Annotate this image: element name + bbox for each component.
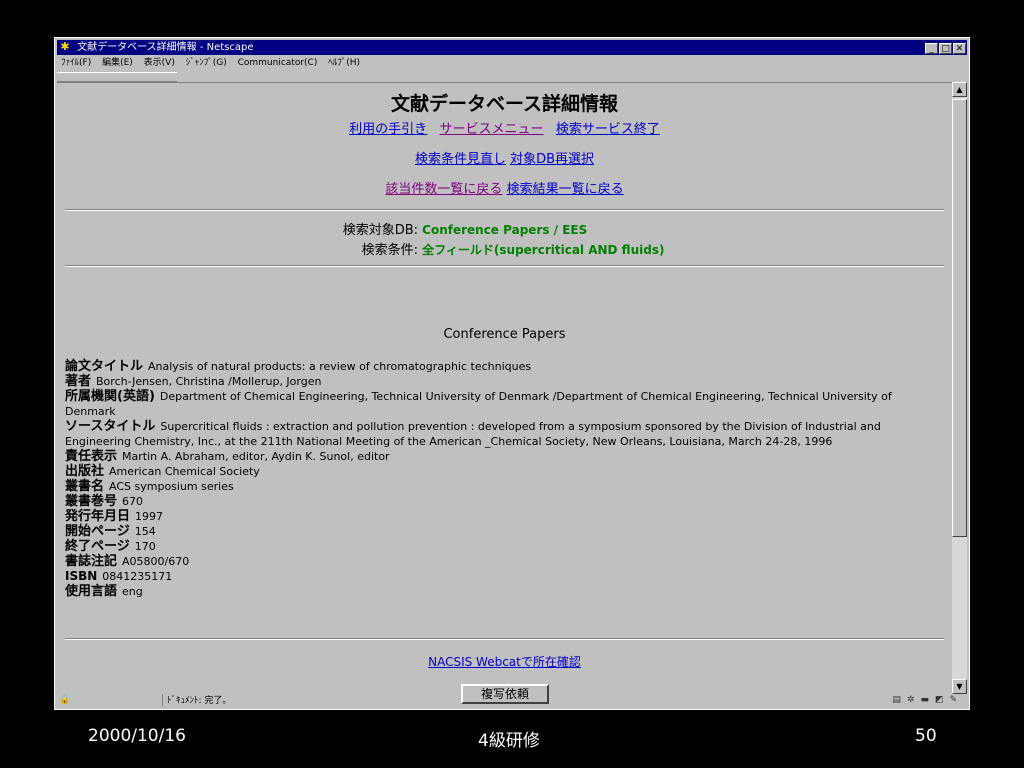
divider bbox=[65, 209, 944, 211]
field-responsibility: 責任表示 Martin A. Abraham, editor, Aydin K. … bbox=[65, 449, 390, 464]
menu-file[interactable]: ﾌｧｲﾙ(F) bbox=[61, 58, 91, 68]
security-lock-icon[interactable]: 🔓 bbox=[59, 694, 75, 706]
link-user-guide[interactable]: 利用の手引き bbox=[349, 122, 427, 137]
menu-go[interactable]: ｼﾞｬﾝﾌﾟ(G) bbox=[186, 58, 227, 68]
field-isbn: ISBN 0841235171 bbox=[65, 569, 173, 583]
link-revise-conditions[interactable]: 検索条件見直し bbox=[415, 152, 506, 167]
nav-row-2: 検索条件見直し 対象DB再選択 bbox=[57, 152, 952, 168]
search-condition-line: 検索条件: 全フィールド(supercritical AND fluids) bbox=[57, 240, 952, 261]
page-title: 文献データベース詳細情報 bbox=[390, 93, 619, 115]
slide-date: 2000/10/16 bbox=[88, 726, 186, 746]
field-language: 使用言語 eng bbox=[65, 584, 143, 599]
search-db-line: 検索対象DB: Conference Papers / EES bbox=[57, 220, 952, 241]
slide-number: 50 bbox=[915, 726, 937, 746]
search-db-label: 検索対象DB: bbox=[342, 223, 418, 238]
title-bar: ✱ 文献データベース詳細情報 - Netscape _ □ ✕ bbox=[57, 40, 967, 55]
search-condition-label: 検索条件: bbox=[361, 243, 418, 258]
nav-row-1: 利用の手引き サービスメニュー 検索サービス終了 bbox=[57, 122, 952, 138]
field-series: 叢書名 ACS symposium series bbox=[65, 479, 234, 494]
section-title: Conference Papers bbox=[443, 327, 566, 342]
record-details: 論文タイトル Analysis of natural products: a re… bbox=[65, 359, 942, 599]
nav-row-3: 該当件数一覧に戻る 検索結果一覧に戻る bbox=[57, 182, 952, 198]
vertical-scrollbar[interactable]: ▲ ▼ bbox=[952, 82, 967, 694]
field-authors: 著者 Borch-Jensen, Christina /Mollerup, Jor… bbox=[65, 374, 322, 389]
menu-communicator[interactable]: Communicator(C) bbox=[238, 58, 318, 68]
divider bbox=[65, 265, 944, 267]
link-end-search-service[interactable]: 検索サービス終了 bbox=[556, 122, 660, 137]
scroll-up-arrow-icon[interactable]: ▲ bbox=[952, 82, 967, 97]
page-content: 文献データベース詳細情報 利用の手引き サービスメニュー 検索サービス終了 検索… bbox=[57, 82, 952, 704]
collapsed-toolbars[interactable] bbox=[57, 72, 177, 82]
search-condition-value: 全フィールド(supercritical AND fluids) bbox=[422, 243, 665, 257]
browser-window: ✱ 文献データベース詳細情報 - Netscape _ □ ✕ ﾌｧｲﾙ(F) 編集… bbox=[54, 37, 970, 710]
maximize-button[interactable]: □ bbox=[939, 43, 952, 54]
minimize-button[interactable]: _ bbox=[925, 43, 938, 54]
menu-help[interactable]: ﾍﾙﾌﾟ(H) bbox=[328, 58, 360, 68]
search-db-value: Conference Papers / EES bbox=[422, 223, 588, 237]
component-bar-icons[interactable]: ▤✲▬◩✎ bbox=[892, 693, 963, 707]
field-end-page: 終了ページ 170 bbox=[65, 539, 156, 554]
slide-center-title: 4級研修 bbox=[478, 731, 540, 751]
scroll-thumb[interactable] bbox=[952, 99, 967, 537]
field-publisher: 出版社 American Chemical Society bbox=[65, 464, 260, 479]
link-reselect-db[interactable]: 対象DB再選択 bbox=[510, 152, 594, 167]
field-title: 論文タイトル Analysis of natural products: a re… bbox=[65, 359, 532, 374]
field-affiliation: 所属機関(英語) Department of Chemical Engineeri… bbox=[65, 389, 892, 418]
window-title: 文献データベース詳細情報 - Netscape bbox=[77, 42, 254, 53]
link-back-to-results[interactable]: 検索結果一覧に戻る bbox=[507, 182, 624, 197]
link-service-menu[interactable]: サービスメニュー bbox=[439, 122, 543, 137]
menu-bar: ﾌｧｲﾙ(F) 編集(E) 表示(V) ｼﾞｬﾝﾌﾟ(G) Communicat… bbox=[57, 56, 967, 71]
link-nacsis-webcat[interactable]: NACSIS Webcatで所在確認 bbox=[428, 655, 581, 669]
field-series-number: 叢書巻号 670 bbox=[65, 494, 144, 509]
field-source-title: ソースタイトル Supercritical fluids : extraction… bbox=[65, 419, 881, 448]
menu-edit[interactable]: 編集(E) bbox=[102, 58, 133, 68]
divider bbox=[65, 638, 944, 640]
scroll-down-arrow-icon[interactable]: ▼ bbox=[952, 679, 967, 694]
close-button[interactable]: ✕ bbox=[953, 43, 966, 54]
menu-view[interactable]: 表示(V) bbox=[144, 58, 175, 68]
webcat-row: NACSIS Webcatで所在確認 bbox=[57, 653, 952, 670]
status-text: ﾄﾞｷｭﾒﾝﾄ: 完了。 bbox=[162, 694, 817, 706]
field-pub-date: 発行年月日 1997 bbox=[65, 509, 164, 524]
link-back-to-hit-count[interactable]: 該当件数一覧に戻る bbox=[385, 182, 502, 197]
status-bar: 🔓 ﾄﾞｷｭﾒﾝﾄ: 完了。 ▤✲▬◩✎ bbox=[57, 693, 967, 707]
field-start-page: 開始ページ 154 bbox=[65, 524, 156, 539]
netscape-icon: ✱ bbox=[60, 40, 70, 53]
field-note: 書誌注記 A05800/670 bbox=[65, 554, 190, 569]
